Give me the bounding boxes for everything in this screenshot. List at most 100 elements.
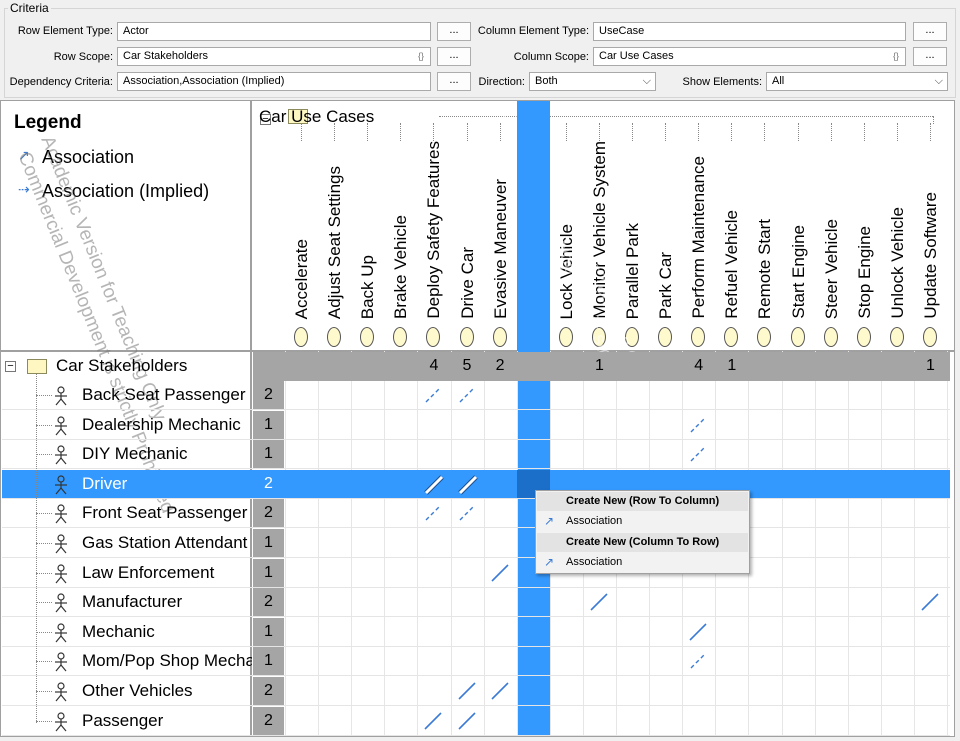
row-tree-line — [36, 602, 52, 604]
dependency-cell[interactable] — [451, 381, 484, 410]
collapse-icon[interactable]: − — [5, 361, 16, 372]
dependency-cell[interactable] — [417, 499, 450, 528]
rows-group-label: Car Stakeholders — [56, 356, 188, 375]
column-tree-line — [400, 123, 402, 141]
row-label: Dealership Mechanic — [82, 414, 241, 434]
row-element-type-browse-button[interactable]: ... — [437, 22, 471, 41]
legend-title: Legend — [14, 112, 82, 133]
dependency-cell[interactable] — [583, 588, 616, 617]
folder-icon — [27, 359, 47, 374]
row-count: 1 — [253, 558, 284, 587]
dependency-cell[interactable] — [417, 707, 450, 736]
row-count: 2 — [253, 381, 284, 409]
column-header[interactable]: Perform Maintenance — [682, 101, 715, 351]
column-header[interactable]: Steer Vehicle — [815, 101, 848, 351]
actor-icon — [54, 445, 68, 465]
show-elements-value: All — [772, 75, 785, 87]
use-case-icon — [459, 327, 474, 347]
row-tree-line — [36, 661, 52, 663]
column-scope-label: Column Scope: — [513, 51, 589, 63]
column-label: Accelerate — [292, 238, 311, 319]
column-header[interactable]: Refuel Vehicle — [715, 101, 748, 351]
use-case-icon — [393, 327, 408, 347]
column-tree-line — [334, 123, 336, 141]
use-case-icon — [757, 327, 772, 347]
dependency-criteria-browse-button[interactable]: ... — [437, 72, 471, 91]
dependency-cell[interactable] — [682, 411, 715, 440]
menu-item-association-column-to-row[interactable]: ↗ Association — [537, 553, 748, 572]
use-case-icon — [724, 327, 739, 347]
dependency-cell[interactable] — [417, 381, 450, 410]
column-tree-line — [830, 123, 833, 141]
table-row[interactable]: DIY Mechanic 1 — [2, 440, 950, 470]
column-element-type-browse-button[interactable]: ... — [913, 22, 947, 41]
rows-group-row[interactable]: − Car Stakeholders 4 5 2 1 4 1 1 — [2, 352, 950, 381]
criteria-title: Criteria — [8, 1, 51, 15]
menu-item-association-row-to-column[interactable]: ↗ Association — [537, 512, 748, 531]
column-header[interactable]: Accelerate — [285, 101, 318, 351]
dependency-cell[interactable] — [451, 677, 484, 706]
column-tree-line — [764, 123, 766, 141]
column-header[interactable]: Park Car — [649, 101, 682, 351]
actor-icon — [54, 415, 68, 436]
table-row[interactable]: Gas Station Attendant 1 — [2, 529, 950, 558]
row-tree-line — [36, 543, 52, 544]
dependency-cell[interactable] — [682, 618, 715, 647]
column-header[interactable]: Deploy Safety Features — [417, 101, 450, 351]
column-header[interactable]: Brake Vehicle — [384, 101, 417, 351]
column-header[interactable]: Update Software — [914, 101, 947, 351]
row-element-type-field[interactable]: Actor — [117, 22, 431, 41]
table-row[interactable]: Manufacturer 2 — [2, 588, 950, 618]
column-tree-line — [598, 123, 601, 141]
row-count: 1 — [253, 617, 284, 646]
row-label: Mom/Pop Shop Mechanic — [82, 651, 252, 671]
table-row[interactable]: Mechanic 1 — [2, 617, 950, 647]
table-row[interactable]: Law Enforcement 1 — [2, 558, 950, 588]
row-count: 2 — [253, 706, 284, 735]
table-row[interactable]: Dealership Mechanic 1 — [2, 410, 950, 440]
direction-select[interactable]: Both ⌵ — [529, 72, 656, 91]
show-elements-select[interactable]: All ⌵ — [766, 72, 948, 91]
dependency-cell[interactable] — [682, 440, 715, 469]
row-scope-browse-button[interactable]: ... — [437, 47, 471, 66]
association-arrow-icon: ↗ — [544, 555, 555, 569]
row-label: Passenger — [82, 710, 164, 730]
column-label: Unlock Vehicle — [887, 207, 907, 319]
column-scope-field[interactable]: Car Use Cases {} — [593, 47, 906, 66]
dependency-cell[interactable] — [417, 470, 450, 499]
use-case-icon — [558, 327, 573, 347]
dependency-cell[interactable] — [484, 677, 517, 706]
column-header[interactable]: Unlock Vehicle — [881, 101, 914, 351]
row-scope-field[interactable]: Car Stakeholders {} — [117, 47, 431, 66]
row-tree-line — [36, 572, 52, 574]
column-header[interactable]: Drive Car — [451, 101, 484, 351]
use-case-icon — [889, 327, 904, 347]
column-label: Back Up — [358, 254, 378, 319]
column-header[interactable]: Adjust Seat Settings — [318, 101, 351, 351]
column-element-type-field[interactable]: UseCase — [593, 22, 906, 41]
row-count: 2 — [253, 677, 284, 705]
use-case-icon — [922, 327, 937, 347]
table-row[interactable]: Mom/Pop Shop Mechanic1 — [2, 647, 950, 677]
column-label: Remote Start — [755, 218, 775, 319]
row-count: 1 — [253, 529, 284, 557]
dependency-criteria-field[interactable]: Association,Association (Implied) — [117, 72, 431, 91]
column-header[interactable]: Stop Engine — [848, 101, 881, 351]
row-label: Front Seat Passenger — [82, 503, 248, 523]
dependency-cell[interactable] — [451, 499, 484, 528]
row-label: Driver — [82, 473, 128, 493]
chevron-down-icon: ⌵ — [934, 75, 943, 87]
row-count: 2 — [253, 588, 284, 617]
use-case-icon — [658, 327, 673, 347]
column-header[interactable]: Back Up — [351, 101, 384, 351]
dependency-cell[interactable] — [914, 588, 947, 617]
row-tree-line — [36, 483, 52, 485]
column-scope-browse-button[interactable]: ... — [913, 47, 947, 66]
column-header[interactable]: Remote Start — [748, 101, 781, 351]
dependency-cell[interactable] — [451, 470, 484, 499]
dependency-cell[interactable] — [484, 559, 517, 588]
column-header[interactable]: Start Engine — [782, 101, 815, 351]
dependency-cell[interactable] — [682, 647, 715, 676]
dependency-cell[interactable] — [451, 707, 484, 736]
column-label: Start Engine — [788, 225, 808, 319]
